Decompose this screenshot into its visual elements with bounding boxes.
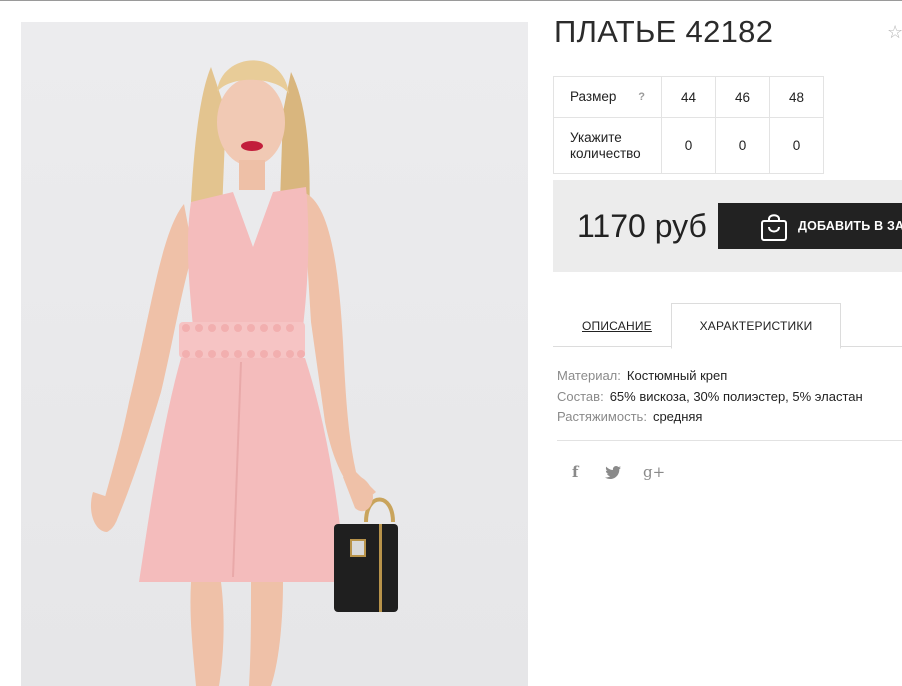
- spec-row: Состав: 65% вискоза, 30% полиэстер, 5% эл…: [557, 387, 863, 408]
- size-option-48[interactable]: 48: [769, 76, 824, 118]
- spec-key: Растяжимость:: [557, 409, 647, 424]
- tab-characteristics[interactable]: ХАРАКТЕРИСТИКИ: [671, 303, 841, 349]
- add-to-cart-label: ДОБАВИТЬ В ЗАКАЗ: [798, 219, 902, 233]
- shopping-bag-icon: [761, 214, 787, 241]
- facebook-icon[interactable]: f: [572, 463, 578, 481]
- size-option-44[interactable]: 44: [661, 76, 716, 118]
- specs-divider: [557, 440, 902, 441]
- size-label-cell: Размер ?: [553, 76, 662, 118]
- spec-key: Материал:: [557, 368, 621, 383]
- size-quantity-table: Размер ? 44 46 48 Укажите количество 0 0…: [553, 76, 824, 174]
- buy-box: 1170 руб ДОБАВИТЬ В ЗАКАЗ: [553, 180, 902, 272]
- twitter-icon[interactable]: [605, 466, 621, 483]
- quantity-label-line2: количество: [570, 145, 641, 161]
- spec-row: Растяжимость: средняя: [557, 407, 863, 428]
- quantity-input-46[interactable]: 0: [715, 117, 770, 174]
- help-icon[interactable]: ?: [638, 89, 645, 105]
- spec-value: Костюмный креп: [626, 368, 728, 383]
- size-label: Размер: [570, 89, 617, 104]
- quantity-input-44[interactable]: 0: [661, 117, 716, 174]
- product-title: ПЛАТЬЕ 42182: [554, 14, 774, 49]
- quantity-label-line1: Укажите: [570, 129, 622, 145]
- top-divider: [0, 0, 902, 1]
- spec-row: Материал: Костюмный креп: [557, 366, 863, 387]
- spec-key: Состав:: [557, 388, 604, 404]
- product-price: 1170 руб: [577, 208, 707, 244]
- specs-list: Материал: Костюмный креп Состав: 65% виско…: [557, 366, 863, 428]
- spec-value: 65% вискоза, 30% полиэстер, 5% эластан: [609, 388, 863, 404]
- quantity-row: Укажите количество 0 0 0: [553, 117, 824, 174]
- spec-value: средняя: [652, 409, 703, 424]
- quantity-input-48[interactable]: 0: [769, 117, 824, 174]
- google-plus-icon[interactable]: g+: [643, 463, 665, 481]
- size-row: Размер ? 44 46 48: [553, 76, 824, 118]
- star-outline-icon[interactable]: ☆: [887, 22, 902, 43]
- quantity-label-cell: Укажите количество: [553, 117, 662, 174]
- add-to-cart-button[interactable]: ДОБАВИТЬ В ЗАКАЗ: [718, 203, 902, 249]
- product-photo-illustration: [90, 60, 398, 686]
- size-option-46[interactable]: 46: [715, 76, 770, 118]
- product-image[interactable]: [21, 22, 528, 686]
- tab-description[interactable]: ОПИСАНИЕ: [582, 319, 652, 333]
